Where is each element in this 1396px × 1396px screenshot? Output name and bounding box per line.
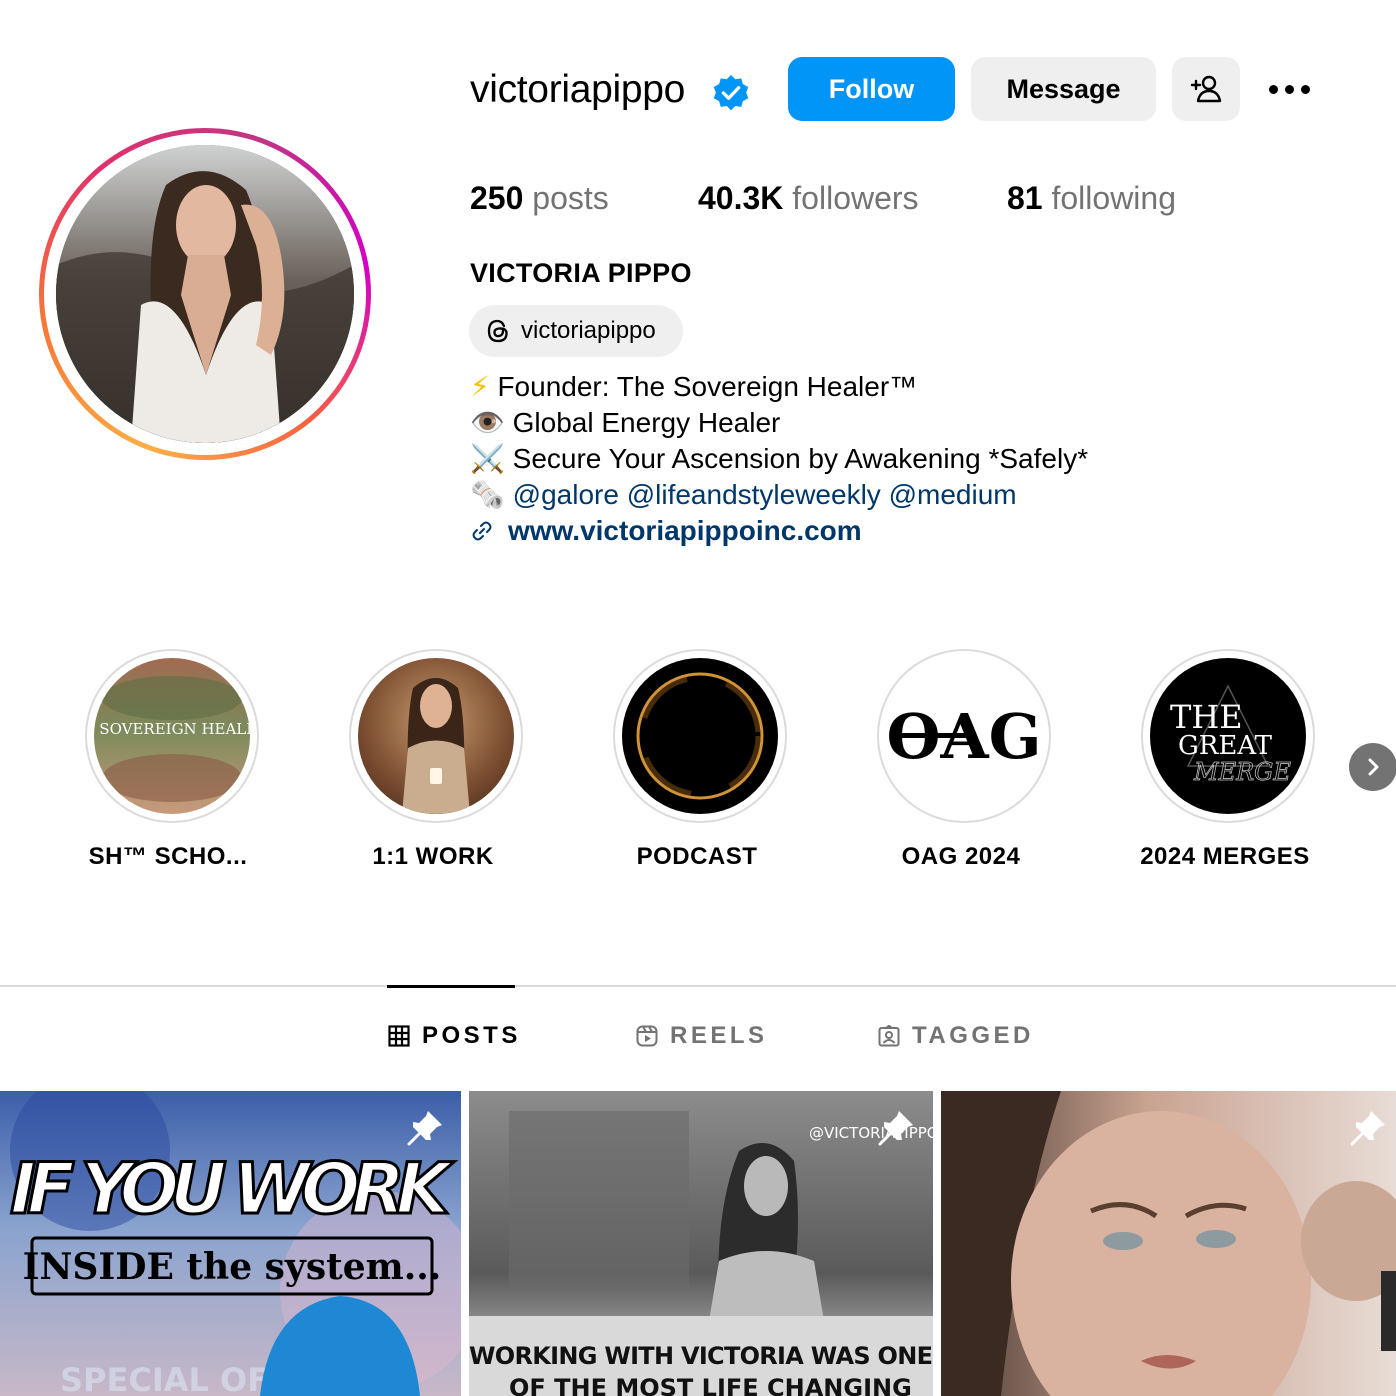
message-button[interactable]: Message xyxy=(971,57,1156,121)
post-tile-1[interactable]: IF YOU WORK INSIDE the system... SPECIAL… xyxy=(0,1091,461,1396)
eye-emoji-icon: 👁️ xyxy=(470,407,505,438)
post-tile-3[interactable] xyxy=(941,1091,1396,1396)
pinned-icon xyxy=(1350,1111,1385,1146)
bio-line-4: 🗞️ @galore @lifeandstyleweekly @medium xyxy=(470,477,1017,513)
highlight-label-1-1-work: 1:1 WORK xyxy=(372,843,494,870)
tab-reels-label: REELS xyxy=(670,1022,768,1049)
followers-count: 40.3K xyxy=(698,180,784,216)
following-count: 81 xyxy=(1007,180,1043,216)
chevron-right-icon xyxy=(1368,758,1379,776)
tab-posts[interactable]: POSTS xyxy=(388,1022,521,1050)
highlight-label-2024-merges: 2024 MERGES xyxy=(1140,843,1310,870)
highlight-label-sh-school: SH™ SCHO... xyxy=(88,843,248,870)
active-tab-indicator xyxy=(387,985,515,988)
bio-website-line: www.victoriapippoinc.com xyxy=(470,513,862,549)
post-2-caption-1: WORKING WITH VICTORIA WAS ONE xyxy=(469,1342,933,1370)
highlight-merge-word-2: GREAT xyxy=(1178,731,1273,761)
tab-reels[interactable]: REELS xyxy=(636,1022,768,1050)
mention-medium[interactable]: @medium xyxy=(889,479,1017,510)
post-2-caption-2: OF THE MOST LIFE CHANGING xyxy=(509,1374,912,1396)
highlights-next-button[interactable] xyxy=(1349,743,1396,791)
bio-line-2: 👁️ Global Energy Healer xyxy=(470,405,780,441)
tab-posts-label: POSTS xyxy=(422,1022,521,1049)
post-1-subline: INSIDE the system... xyxy=(23,1246,442,1288)
lightning-emoji-icon: ⚡ xyxy=(470,371,490,402)
mention-galore[interactable]: @galore xyxy=(513,479,619,510)
tagged-icon xyxy=(878,1025,900,1047)
tab-tagged-label: TAGGED xyxy=(912,1022,1034,1049)
newspaper-emoji-icon: 🗞️ xyxy=(470,479,505,510)
posts-label: posts xyxy=(532,180,609,216)
verified-badge-icon xyxy=(713,74,749,111)
highlight-label-podcast: PODCAST xyxy=(636,843,758,870)
profile-avatar[interactable] xyxy=(56,145,354,443)
profile-full-name: VICTORIA PIPPO xyxy=(470,258,692,288)
mention-lifeandstyleweekly[interactable]: @lifeandstyleweekly xyxy=(627,479,881,510)
highlight-label-oag-2024: OAG 2024 xyxy=(901,843,1021,870)
website-link[interactable]: www.victoriapippoinc.com xyxy=(508,513,862,549)
following-label: following xyxy=(1051,180,1176,216)
tab-tagged[interactable]: TAGGED xyxy=(878,1022,1034,1050)
highlight-sh-school[interactable]: THE SOVEREIGN HEALER™ xyxy=(85,649,259,823)
post-1-headline: IF YOU WORK xyxy=(10,1148,455,1230)
threads-icon xyxy=(487,319,508,343)
posts-count: 250 xyxy=(470,180,524,216)
suggest-user-button[interactable] xyxy=(1172,57,1240,121)
bio-line-1: ⚡ Founder: The Sovereign Healer™ xyxy=(470,369,917,405)
highlight-merge-word-3: MERGE xyxy=(1193,758,1291,786)
highlight-2024-merges[interactable]: THE GREAT MERGE xyxy=(1141,649,1315,823)
profile-username: victoriapippo xyxy=(470,68,686,111)
bio-founder-text: Founder: The Sovereign Healer™ xyxy=(497,371,918,402)
post-tile-2[interactable]: @VICTORIAPIPPO WORKING WITH VICTORIA WAS… xyxy=(469,1091,933,1396)
bio-healer-text: Global Energy Healer xyxy=(512,407,781,438)
followers-stat[interactable]: 40.3K followers xyxy=(698,178,919,218)
threads-handle: victoriapippo xyxy=(521,317,656,344)
threads-link[interactable]: victoriapippo xyxy=(469,305,683,357)
tabs-divider xyxy=(0,985,1396,987)
more-options-icon[interactable] xyxy=(1262,72,1316,106)
highlight-1-1-work[interactable] xyxy=(349,649,523,823)
highlight-oag-2024[interactable]: OAG xyxy=(877,649,1051,823)
add-person-icon xyxy=(1190,75,1222,103)
pinned-icon xyxy=(407,1111,442,1146)
link-icon xyxy=(472,521,492,541)
follow-button[interactable]: Follow xyxy=(788,57,955,121)
highlight-sh-image-text: THE SOVEREIGN HEALER™ xyxy=(94,720,250,738)
bio-ascension-text: Secure Your Ascension by Awakening *Safe… xyxy=(512,443,1089,474)
swords-emoji-icon: ⚔️ xyxy=(470,443,505,474)
grid-icon xyxy=(388,1025,410,1047)
pinned-icon xyxy=(878,1111,913,1146)
posts-stat: 250 posts xyxy=(470,178,609,218)
followers-label: followers xyxy=(792,180,919,216)
following-stat[interactable]: 81 following xyxy=(1007,178,1176,218)
bio-line-3: ⚔️ Secure Your Ascension by Awakening *S… xyxy=(470,441,1088,477)
reels-icon xyxy=(636,1025,658,1047)
highlight-podcast[interactable] xyxy=(613,649,787,823)
